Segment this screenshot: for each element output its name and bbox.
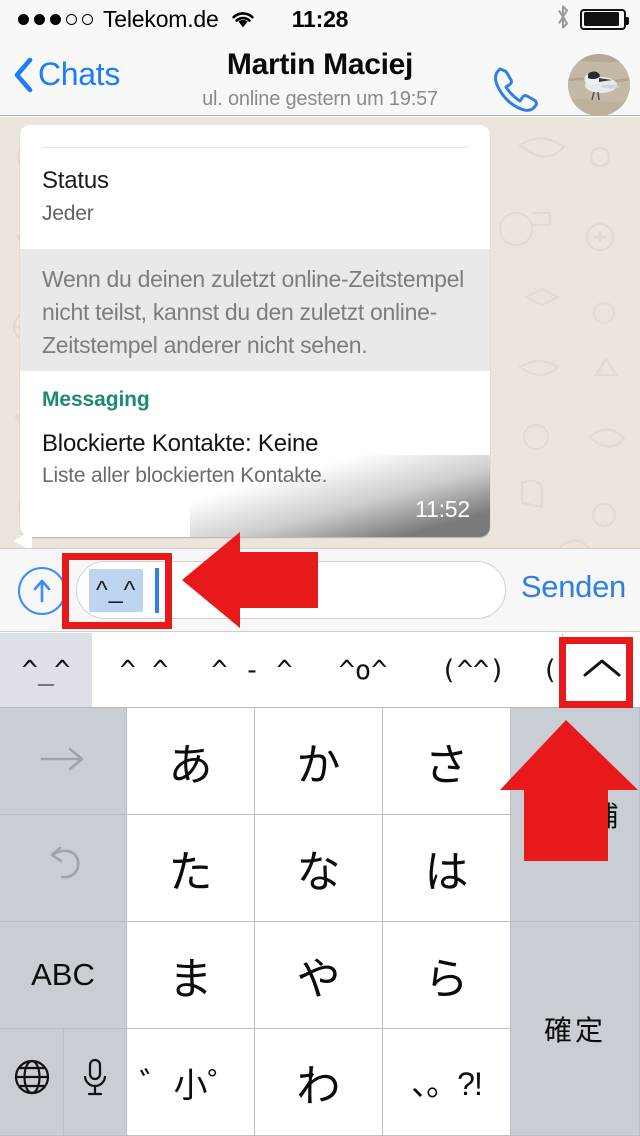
keyboard-grid: あ か さ 次候補 た な は ABC ま や ら 確定 ゛小゜ わ 、。?! xyxy=(0,708,640,1136)
suggestion-item[interactable]: (^^) xyxy=(418,633,528,707)
call-button[interactable] xyxy=(488,62,542,121)
key-mic[interactable] xyxy=(64,1029,127,1136)
key-globe[interactable] xyxy=(0,1029,64,1136)
undo-icon xyxy=(40,843,86,893)
chat-area: Status Jeder Wenn du deinen zuletzt onli… xyxy=(0,117,640,548)
key-sa[interactable]: さ xyxy=(383,708,511,815)
navigation-bar: Chats Martin Maciej ul. online gestern u… xyxy=(0,38,640,116)
message-text-input[interactable]: ^_^ xyxy=(76,561,506,619)
key-na[interactable]: な xyxy=(255,815,383,922)
status-row-title: Status xyxy=(42,167,109,194)
key-ya[interactable]: や xyxy=(255,922,383,1029)
info-note-text: Wenn du deinen zuletzt online-Zeitstempe… xyxy=(42,266,464,358)
suggestion-item[interactable]: ^_^ xyxy=(0,633,92,707)
key-confirm[interactable]: 確定 xyxy=(511,922,640,1136)
avatar-image xyxy=(568,54,630,116)
arrow-right-icon xyxy=(36,736,90,786)
battery-icon xyxy=(580,8,629,30)
key-ta[interactable]: た xyxy=(127,815,255,922)
key-wa[interactable]: わ xyxy=(255,1029,383,1136)
blocked-contacts-title: Blockierte Kontakte: Keine xyxy=(42,430,319,457)
status-row[interactable]: Status Jeder xyxy=(20,167,490,226)
key-ra[interactable]: ら xyxy=(383,922,511,1029)
suggestion-item[interactable]: ^ - ^ xyxy=(196,633,308,707)
arrow-up-circle-icon[interactable] xyxy=(18,567,66,615)
key-abc[interactable]: ABC xyxy=(0,922,127,1029)
contact-header[interactable]: Martin Maciej ul. online gestern um 19:5… xyxy=(170,44,470,112)
status-bar-clock: 11:28 xyxy=(291,5,349,32)
key-punctuation[interactable]: 、。?! xyxy=(383,1029,511,1136)
suggestion-item[interactable]: ^o^ xyxy=(308,633,418,707)
back-to-chats-button[interactable]: Chats xyxy=(12,56,120,93)
status-bar-right xyxy=(555,0,629,38)
card-divider xyxy=(42,147,468,148)
key-ka[interactable]: か xyxy=(255,708,383,815)
message-input-bar: ^_^ Senden xyxy=(0,548,640,632)
japanese-kana-keyboard: あ か さ 次候補 た な は ABC ま や ら 確定 ゛小゜ わ 、。?! xyxy=(0,708,640,1136)
microphone-icon xyxy=(80,1056,110,1109)
chevron-left-icon xyxy=(12,57,34,93)
text-caret xyxy=(155,568,159,613)
contact-name: Martin Maciej xyxy=(226,48,414,81)
send-button[interactable]: Senden xyxy=(521,569,626,605)
emoticon-suggestion-bar: ^_^ ^ ^ ^ - ^ ^o^ (^^) (^ xyxy=(0,633,640,708)
avatar[interactable] xyxy=(568,54,630,116)
key-small-kana[interactable]: ゛小゜ xyxy=(127,1029,255,1136)
key-a[interactable]: あ xyxy=(127,708,255,815)
expand-suggestions-button[interactable] xyxy=(562,633,640,707)
bluetooth-icon xyxy=(555,4,571,35)
status-row-value: Jeder xyxy=(42,202,94,225)
info-note: Wenn du deinen zuletzt online-Zeitstempe… xyxy=(20,249,490,371)
message-bubble[interactable]: Status Jeder Wenn du deinen zuletzt onli… xyxy=(20,125,490,537)
phone-screen: Telekom.de 11:28 Chats Martin Maciej ul.… xyxy=(0,0,640,1136)
section-header-messaging: Messaging xyxy=(42,388,150,411)
contact-last-seen: ul. online gestern um 19:57 xyxy=(202,88,438,110)
globe-icon xyxy=(11,1056,53,1109)
key-ha[interactable]: は xyxy=(383,815,511,922)
back-label: Chats xyxy=(38,56,121,92)
key-next-arrow[interactable] xyxy=(0,708,127,815)
key-undo[interactable] xyxy=(0,815,127,922)
key-ma[interactable]: ま xyxy=(127,922,255,1029)
key-next-candidate[interactable]: 次候補 xyxy=(511,708,640,922)
input-selected-text: ^_^ xyxy=(89,569,144,612)
suggestion-item[interactable]: ^ ^ xyxy=(92,633,196,707)
chevron-up-icon xyxy=(581,655,623,686)
message-timestamp: 11:52 xyxy=(415,496,470,522)
status-bar: Telekom.de 11:28 xyxy=(0,0,640,38)
